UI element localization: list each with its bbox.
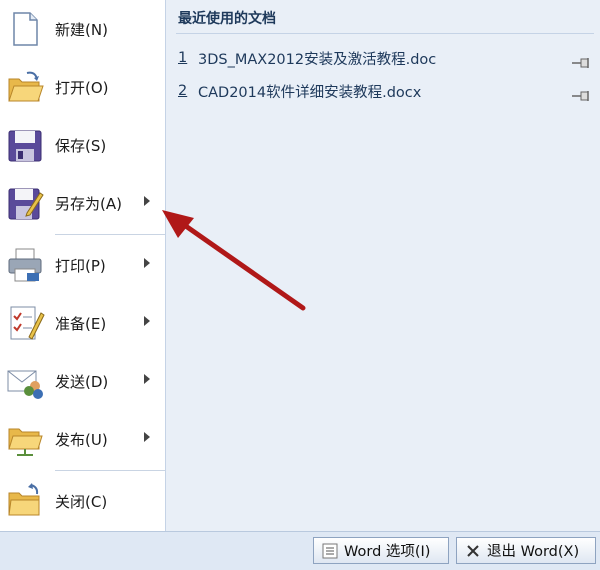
office-menu: 新建(N) 打开(O) 保存(S) 另存为(A) 打印(P) 准备(E) 发送(… [0, 0, 600, 570]
annotation-arrow-icon [162, 210, 306, 311]
